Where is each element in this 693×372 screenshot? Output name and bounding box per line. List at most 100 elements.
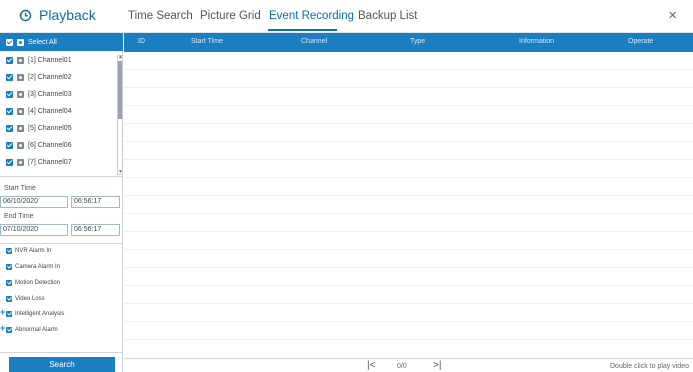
column-header-channel[interactable]: Channel [301, 38, 327, 45]
row-divider [124, 339, 693, 340]
channel-label: [1] Channel01 [28, 56, 72, 64]
alarm-type-label: NVR Alarm In [15, 248, 52, 254]
search-button[interactable]: Search [9, 357, 115, 372]
checkbox-checked-icon[interactable] [6, 73, 13, 81]
camera-icon [17, 56, 24, 64]
row-divider [124, 195, 693, 196]
tab-picture-grid[interactable]: Picture Grid [200, 10, 261, 22]
checkbox-checked-icon[interactable] [6, 311, 12, 317]
start-time-field[interactable]: 06:56:17 [71, 196, 120, 208]
alarm-type-item[interactable]: Camera Alarm In [6, 262, 60, 272]
camera-icon [17, 158, 24, 166]
column-header-type[interactable]: Type [410, 38, 425, 45]
channel-item[interactable]: [2] Channel02 [6, 71, 72, 83]
scroll-down-icon[interactable]: ▼ [118, 170, 123, 175]
checkbox-checked-icon[interactable] [6, 124, 13, 132]
row-divider [124, 105, 693, 106]
page-indicator: 0/0 [397, 363, 407, 370]
column-header-operate[interactable]: Operate [628, 38, 653, 45]
channel-item[interactable]: [3] Channel03 [6, 88, 72, 100]
channel-item[interactable]: [7] Channel07 [6, 156, 72, 168]
checkbox-checked-icon[interactable] [6, 56, 13, 64]
event-table-header: ID Start Time Channel Type Information O… [124, 33, 693, 52]
column-header-id[interactable]: ID [138, 38, 145, 45]
row-divider [124, 159, 693, 160]
alarm-type-item[interactable]: + Intelligent Analysis [0, 308, 65, 319]
checkbox-checked-icon[interactable] [6, 264, 12, 270]
camera-icon [17, 107, 24, 115]
channel-label: [6] Channel06 [28, 141, 72, 149]
checkbox-checked-icon[interactable] [6, 327, 12, 333]
row-divider [124, 249, 693, 250]
row-divider [124, 231, 693, 232]
alarm-type-label: Camera Alarm In [15, 264, 61, 270]
row-divider [124, 213, 693, 214]
scrollbar-thumb[interactable] [118, 61, 122, 119]
alarm-type-label: Intelligent Analysis [15, 311, 65, 317]
channel-item[interactable]: [5] Channel05 [6, 122, 72, 134]
channel-label: [5] Channel05 [28, 124, 72, 132]
row-divider [124, 87, 693, 88]
checkbox-checked-icon[interactable] [6, 248, 12, 254]
camera-icon [17, 38, 24, 46]
end-time-label: End Time [4, 213, 34, 220]
checkbox-checked-icon[interactable] [6, 296, 12, 302]
start-time-label: Start Time [4, 185, 36, 192]
alarm-type-item[interactable]: Video Loss [6, 294, 45, 304]
tab-time-search[interactable]: Time Search [128, 10, 193, 22]
checkbox-checked-icon[interactable] [6, 107, 13, 115]
select-all-row[interactable]: Select All [0, 33, 123, 51]
row-divider [124, 321, 693, 322]
camera-icon [17, 90, 24, 98]
alarm-type-item[interactable]: NVR Alarm In [6, 246, 51, 256]
start-date-field[interactable]: 06/10/2020 [0, 196, 68, 208]
alarm-type-item[interactable]: Motion Detection [6, 278, 60, 288]
filter-sidebar: Select All [1] Channel01 [2] Channel02 [… [0, 33, 123, 372]
channel-item[interactable]: [1] Channel01 [6, 54, 72, 66]
event-table-body [124, 52, 693, 358]
history-clock-icon [19, 9, 32, 22]
row-divider [124, 177, 693, 178]
checkbox-checked-icon[interactable] [6, 141, 13, 149]
alarm-type-label: Video Loss [15, 296, 45, 302]
channel-label: [2] Channel02 [28, 73, 72, 81]
channel-label: [4] Channel04 [28, 107, 72, 115]
tab-event-recording[interactable]: Event Recording [269, 10, 354, 22]
select-all-label: Select All [28, 38, 57, 46]
row-divider [124, 285, 693, 286]
column-header-information[interactable]: Information [519, 38, 554, 45]
first-page-icon[interactable]: |< [367, 360, 375, 372]
camera-icon [17, 124, 24, 132]
checkbox-checked-icon[interactable] [6, 90, 13, 98]
row-divider [124, 69, 693, 70]
channel-item[interactable]: [4] Channel04 [6, 105, 72, 117]
close-button[interactable]: × [668, 8, 677, 23]
channel-label: [7] Channel07 [28, 158, 72, 166]
row-divider [124, 303, 693, 304]
play-hint: Double click to play video [610, 363, 689, 370]
tab-backup-list[interactable]: Backup List [358, 10, 417, 22]
last-page-icon[interactable]: >| [433, 360, 441, 372]
checkbox-checked-icon[interactable] [6, 38, 13, 46]
end-date-field[interactable]: 07/10/2020 [0, 224, 68, 236]
alarm-type-item[interactable]: + Abnormal Alarm [0, 324, 58, 335]
expand-plus-icon[interactable]: + [0, 308, 5, 317]
channel-scrollbar[interactable]: ▲ ▼ [117, 55, 123, 175]
channel-item[interactable]: [6] Channel06 [6, 139, 72, 151]
expand-plus-icon[interactable]: + [0, 324, 5, 333]
divider [0, 352, 123, 353]
camera-icon [17, 141, 24, 149]
channel-list: [1] Channel01 [2] Channel02 [3] Channel0… [0, 51, 123, 177]
channel-label: [3] Channel03 [28, 90, 72, 98]
active-tab-indicator [268, 29, 337, 31]
end-time-field[interactable]: 06:56:17 [71, 224, 120, 236]
column-header-start-time[interactable]: Start Time [191, 38, 223, 45]
row-divider [124, 141, 693, 142]
app-title: Playback [39, 7, 96, 23]
alarm-type-label: Abnormal Alarm [15, 327, 58, 333]
scroll-up-icon[interactable]: ▲ [118, 55, 123, 60]
checkbox-checked-icon[interactable] [6, 280, 12, 286]
checkbox-checked-icon[interactable] [6, 158, 13, 166]
playback-title: Playback [19, 7, 96, 23]
pagination-footer: |< 0/0 >| Double click to play video [124, 358, 693, 372]
